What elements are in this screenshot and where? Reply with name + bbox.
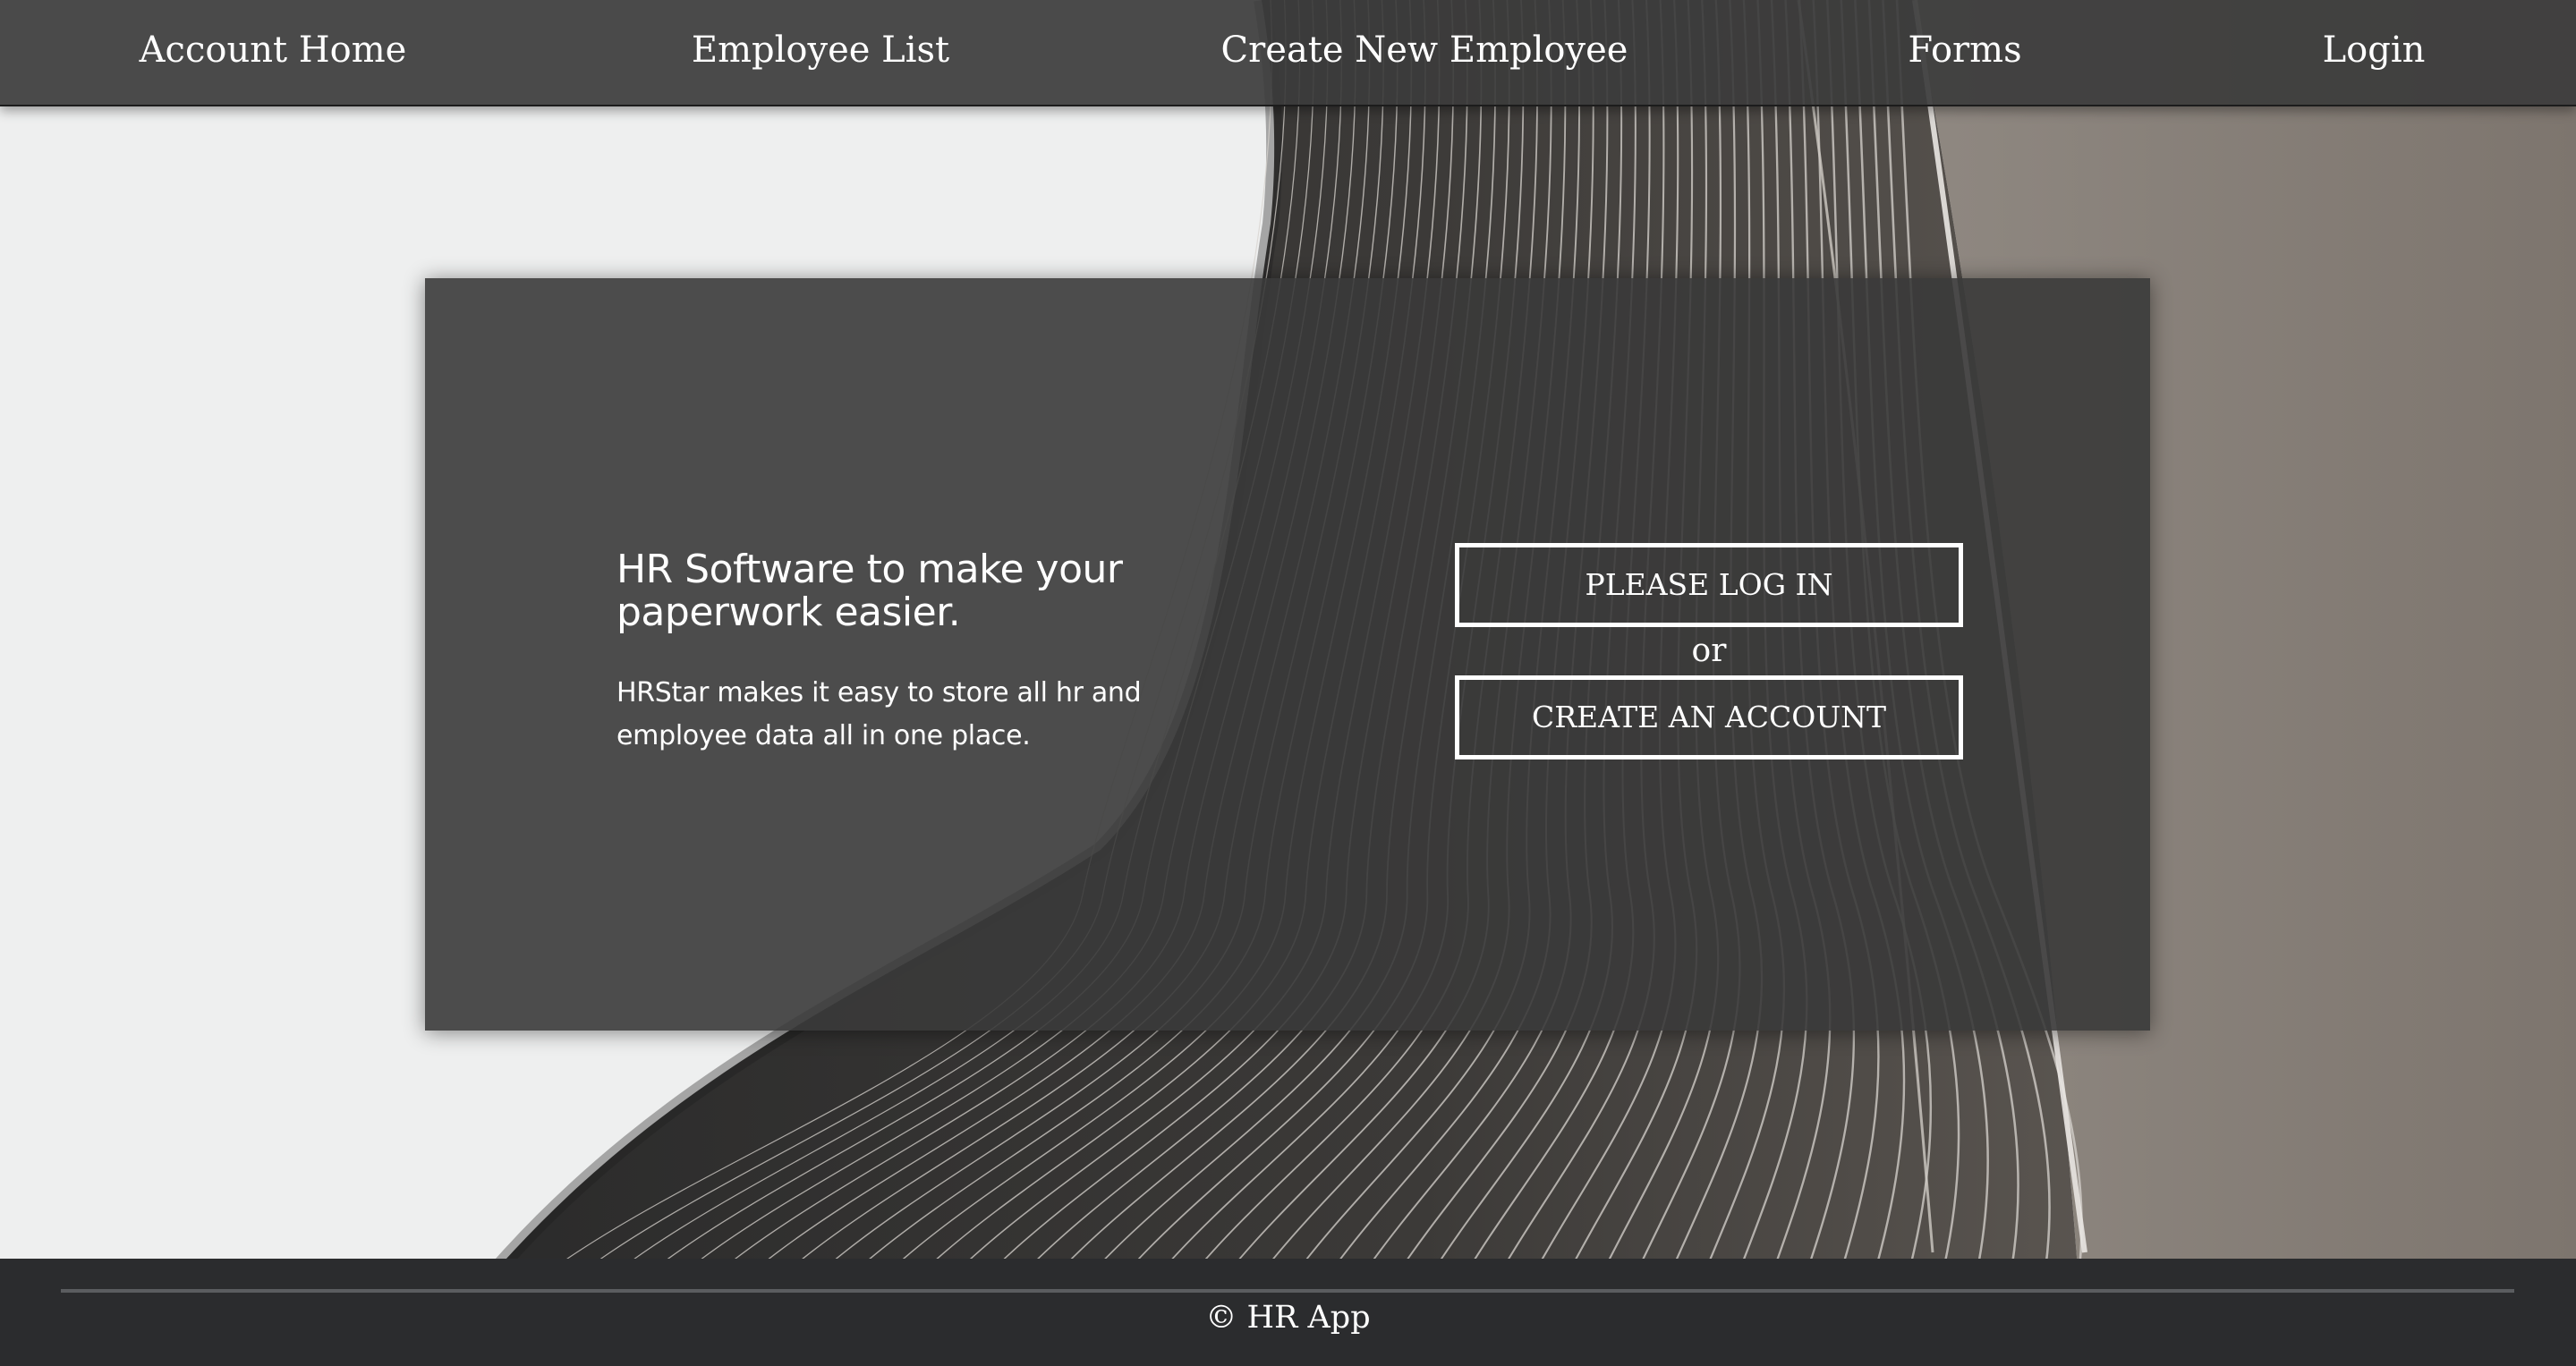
hero-description: HRStar makes it easy to store all hr and… [616,677,1142,751]
footer-divider [61,1289,2514,1293]
footer-copyright: © HR App [1205,1300,1371,1336]
nav-link-account-home[interactable]: Account Home [140,0,407,103]
create-account-button[interactable]: CREATE AN ACCOUNT [1455,675,1963,759]
top-navigation-bar: Account Home Employee List Create New Em… [0,0,2576,106]
nav-link-forms[interactable]: Forms [1908,0,2021,103]
footer: © HR App [0,1259,2576,1366]
hero-card: HR Software to make your paperwork easie… [425,278,2150,1031]
or-separator: or [1691,632,1727,669]
nav-link-create-new-employee[interactable]: Create New Employee [1221,0,1628,103]
hero-heading: HR Software to make your paperwork easie… [616,547,1123,635]
please-log-in-button[interactable]: PLEASE LOG IN [1455,543,1963,627]
nav-link-employee-list[interactable]: Employee List [692,0,949,103]
nav-link-login[interactable]: Login [2323,0,2426,103]
